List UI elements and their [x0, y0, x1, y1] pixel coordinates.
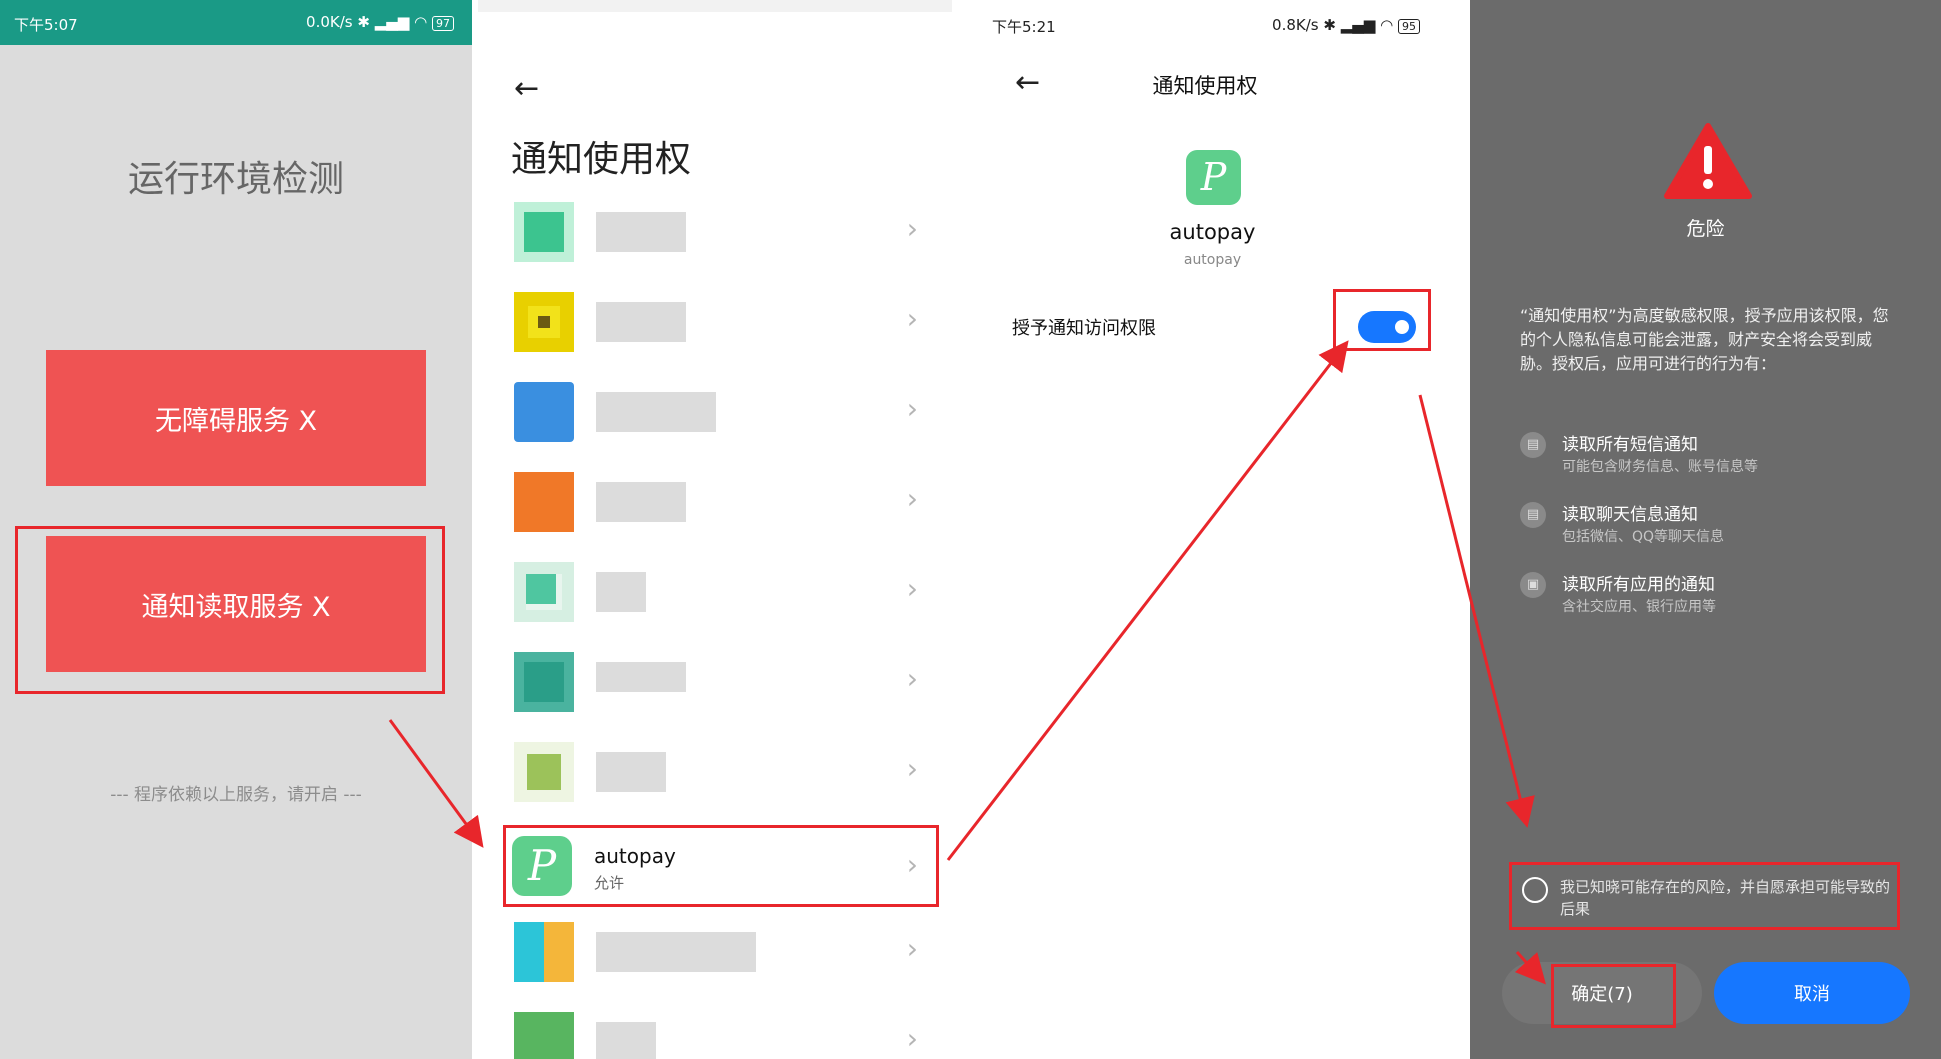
arrow	[1514, 951, 1546, 985]
arrow	[388, 719, 484, 848]
arrow	[1418, 394, 1535, 828]
annotation-arrows	[388, 340, 1546, 985]
arrow	[946, 340, 1349, 861]
